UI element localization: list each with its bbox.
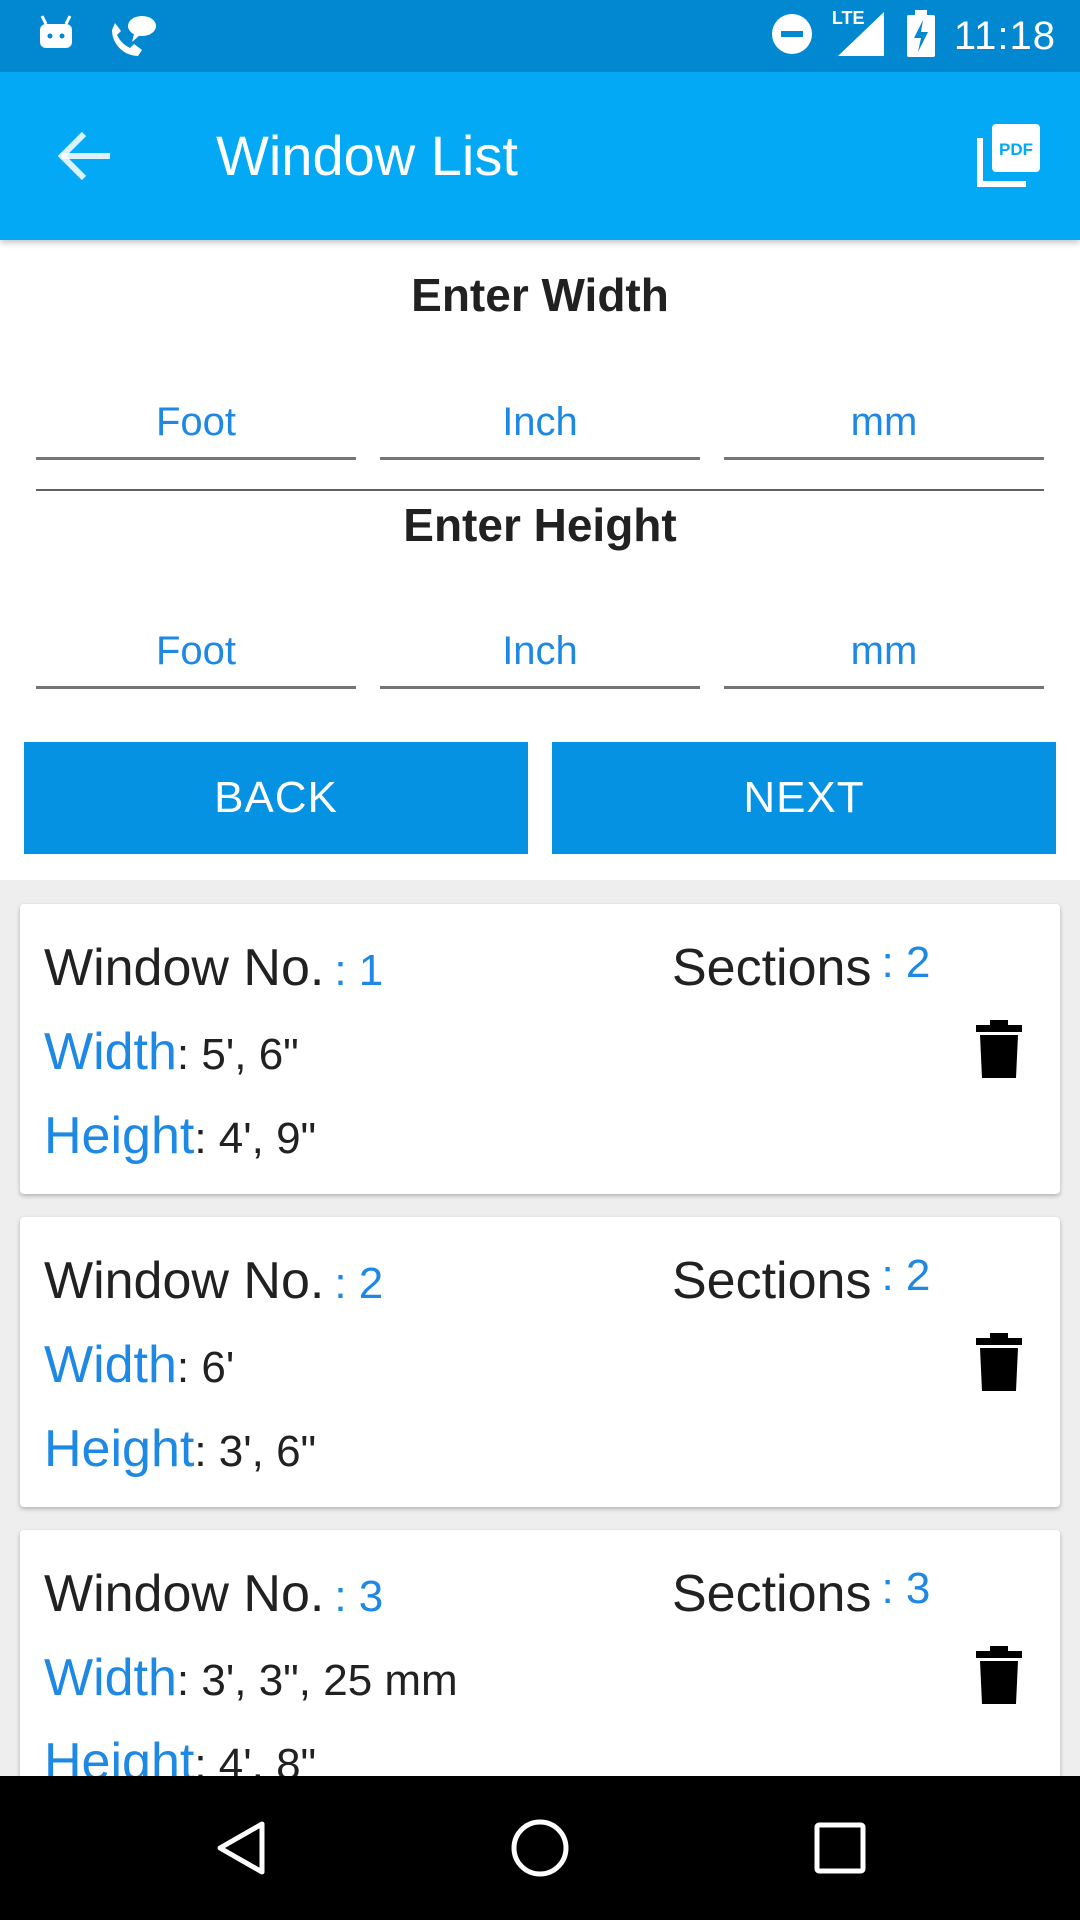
height-value: : 3', 6"	[194, 1427, 317, 1476]
width-label: Width	[44, 1023, 177, 1081]
sections-value: : 2	[881, 938, 931, 987]
system-nav-bar	[0, 1776, 1080, 1920]
width-mm-placeholder: mm	[850, 400, 918, 444]
network-type-label: LTE	[831, 8, 865, 28]
window-card-2[interactable]: Window No.: 2 Sections: 2 Width: 6' Heig…	[20, 1217, 1060, 1507]
next-button[interactable]: NEXT	[552, 742, 1056, 854]
nav-home-icon[interactable]	[508, 1816, 572, 1880]
enter-height-heading: Enter Height	[403, 499, 677, 551]
width-foot-placeholder: Foot	[155, 400, 237, 444]
phone-chat-icon	[106, 14, 158, 63]
screen: LTE 11:18 Window List PDF Enter Width Fo…	[0, 0, 1080, 1920]
delete-icon[interactable]	[976, 1020, 1022, 1078]
width-foot-input[interactable]: Foot	[36, 400, 356, 460]
status-bar: LTE 11:18	[0, 0, 1080, 72]
height-mm-input[interactable]: mm	[724, 629, 1044, 689]
section-divider	[36, 489, 1044, 491]
height-inch-input[interactable]: Inch	[380, 629, 700, 689]
height-label: Height	[44, 1107, 195, 1165]
width-label: Width	[44, 1336, 177, 1394]
dimension-form: Enter Width Foot Inch mm Enter Height Fo…	[0, 240, 1080, 880]
back-button[interactable]: BACK	[24, 742, 528, 854]
nav-recents-icon[interactable]	[808, 1816, 872, 1880]
app-bar: Window List PDF	[0, 72, 1080, 240]
delete-icon[interactable]	[976, 1333, 1022, 1391]
pdf-icon-text: PDF	[999, 140, 1033, 159]
window-no-label: Window No.	[44, 1252, 325, 1310]
window-no-value: : 1	[334, 946, 384, 995]
height-value: : 4', 9"	[194, 1114, 317, 1163]
window-no-value: : 2	[334, 1259, 384, 1308]
width-value: : 6'	[176, 1343, 235, 1392]
height-foot-placeholder: Foot	[155, 629, 237, 673]
window-list[interactable]: Window No.: 1 Sections: 2 Width: 5', 6" …	[0, 880, 1080, 1880]
sections-label: Sections	[672, 1565, 872, 1623]
enter-width-heading: Enter Width	[411, 269, 669, 321]
height-mm-placeholder: mm	[850, 629, 918, 673]
width-value: : 3', 3", 25 mm	[176, 1656, 458, 1705]
arrow-left-icon[interactable]	[54, 124, 118, 188]
height-label: Height	[44, 1420, 195, 1478]
delete-icon[interactable]	[976, 1646, 1022, 1704]
window-no-value: : 3	[334, 1572, 384, 1621]
sections-label: Sections	[672, 1252, 872, 1310]
signal-icon: LTE	[831, 8, 888, 63]
height-inch-placeholder: Inch	[502, 629, 578, 673]
do-not-disturb-icon	[770, 12, 814, 61]
window-no-label: Window No.	[44, 1565, 325, 1623]
width-label: Width	[44, 1649, 177, 1707]
android-notification-icon	[36, 14, 76, 63]
width-inch-placeholder: Inch	[502, 400, 578, 444]
battery-charging-icon	[906, 10, 936, 63]
height-foot-input[interactable]: Foot	[36, 629, 356, 689]
width-inch-input[interactable]: Inch	[380, 400, 700, 460]
status-time: 11:18	[953, 14, 1056, 58]
page-title: Window List	[216, 124, 518, 187]
nav-back-icon[interactable]	[210, 1816, 274, 1880]
sections-value: : 3	[881, 1564, 931, 1613]
window-no-label: Window No.	[44, 939, 325, 997]
width-mm-input[interactable]: mm	[724, 400, 1044, 460]
sections-label: Sections	[672, 939, 872, 997]
width-value: : 5', 6"	[176, 1030, 299, 1079]
sections-value: : 2	[881, 1251, 931, 1300]
pdf-icon[interactable]: PDF	[976, 122, 1042, 188]
window-card-1[interactable]: Window No.: 1 Sections: 2 Width: 5', 6" …	[20, 904, 1060, 1194]
